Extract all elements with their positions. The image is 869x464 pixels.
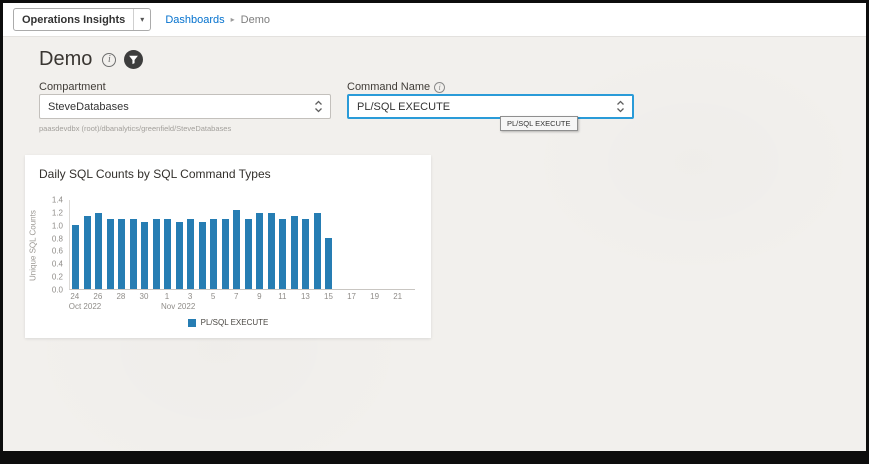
chevron-down-icon: ▾ <box>133 9 150 30</box>
compartment-label: Compartment <box>39 81 106 93</box>
x-axis-month-label: Oct 2022 <box>69 302 101 311</box>
bar[interactable] <box>279 219 286 289</box>
browser-window: Operations Insights ▾ Dashboards ▸ Demo … <box>0 0 869 464</box>
legend-swatch-icon <box>188 319 196 327</box>
compartment-label-text: Compartment <box>39 81 106 93</box>
x-tick-label: 1 <box>165 292 169 301</box>
bar[interactable] <box>153 219 160 289</box>
page-title: Demo <box>39 48 92 71</box>
bar[interactable] <box>325 238 332 289</box>
breadcrumb-current: Demo <box>241 14 270 26</box>
x-axis-ticks: 2426283013579111315171921 <box>69 292 415 302</box>
y-tick-label: 0.0 <box>52 286 63 295</box>
x-tick-label: 15 <box>324 292 333 301</box>
title-row: Demo i <box>39 48 143 71</box>
compartment-path-hint: paasdevdbx (root)/dbanalytics/greenfield… <box>39 124 231 133</box>
y-tick-label: 1.0 <box>52 221 63 230</box>
x-tick-label: 7 <box>234 292 238 301</box>
x-tick-label: 28 <box>116 292 125 301</box>
bar[interactable] <box>268 213 275 289</box>
bar[interactable] <box>199 222 206 289</box>
bar[interactable] <box>107 219 114 289</box>
compartment-selected-value: SteveDatabases <box>48 101 129 113</box>
x-tick-label: 13 <box>301 292 310 301</box>
app-switcher-button[interactable]: Operations Insights ▾ <box>13 8 151 31</box>
x-tick-label: 19 <box>370 292 379 301</box>
bar[interactable] <box>302 219 309 289</box>
x-axis-month-labels: Oct 2022 Nov 2022 <box>69 302 415 312</box>
x-tick-label: 24 <box>70 292 79 301</box>
breadcrumb: Dashboards ▸ Demo <box>165 14 270 26</box>
chart-card: Daily SQL Counts by SQL Command Types Un… <box>25 155 431 338</box>
y-tick-label: 1.2 <box>52 208 63 217</box>
select-tooltip: PL/SQL EXECUTE <box>500 116 578 131</box>
bar[interactable] <box>314 213 321 289</box>
y-tick-label: 0.2 <box>52 273 63 282</box>
y-tick-label: 1.4 <box>52 196 63 205</box>
top-nav-bar: Operations Insights ▾ Dashboards ▸ Demo <box>3 3 866 37</box>
funnel-icon <box>124 50 143 69</box>
bar[interactable] <box>176 222 183 289</box>
select-chevrons-icon <box>314 100 323 113</box>
bar[interactable] <box>222 219 229 289</box>
page-content: Demo i Compartment SteveDatabases paasde… <box>3 38 866 451</box>
bar[interactable] <box>164 219 171 289</box>
x-tick-label: 30 <box>140 292 149 301</box>
x-tick-label: 9 <box>257 292 261 301</box>
x-tick-label: 26 <box>93 292 102 301</box>
bar-chart-plot <box>69 200 415 290</box>
x-tick-label: 3 <box>188 292 192 301</box>
bar[interactable] <box>141 222 148 289</box>
bar[interactable] <box>130 219 137 289</box>
bar[interactable] <box>118 219 125 289</box>
select-chevrons-icon <box>616 100 625 113</box>
bar[interactable] <box>291 216 298 289</box>
x-tick-label: 5 <box>211 292 215 301</box>
y-axis-ticks: 0.00.20.40.60.81.01.21.4 <box>41 200 63 290</box>
y-tick-label: 0.6 <box>52 247 63 256</box>
command-name-label-text: Command Name <box>347 81 430 93</box>
y-axis-label: Unique SQL Counts <box>27 200 39 292</box>
window-bottom-bar <box>3 451 866 461</box>
breadcrumb-link-dashboards[interactable]: Dashboards <box>165 14 224 26</box>
y-tick-label: 0.8 <box>52 234 63 243</box>
info-icon[interactable]: i <box>102 53 116 67</box>
legend-item[interactable]: PL/SQL EXECUTE <box>25 318 431 327</box>
x-axis-month-label: Nov 2022 <box>161 302 195 311</box>
x-tick-label: 17 <box>347 292 356 301</box>
legend-label: PL/SQL EXECUTE <box>201 318 269 327</box>
y-tick-label: 0.4 <box>52 260 63 269</box>
filter-button[interactable] <box>124 50 143 69</box>
command-name-select[interactable]: PL/SQL EXECUTE <box>347 94 634 119</box>
bar[interactable] <box>84 216 91 289</box>
bar[interactable] <box>95 213 102 289</box>
x-tick-label: 11 <box>278 292 286 301</box>
chart-title: Daily SQL Counts by SQL Command Types <box>39 167 271 181</box>
breadcrumb-separator-icon: ▸ <box>231 15 235 24</box>
bar[interactable] <box>256 213 263 289</box>
command-name-info-icon[interactable]: i <box>434 82 445 93</box>
bar[interactable] <box>210 219 217 289</box>
command-name-label: Command Name i <box>347 81 445 93</box>
bar[interactable] <box>187 219 194 289</box>
app-switcher-label: Operations Insights <box>14 14 133 26</box>
bar[interactable] <box>245 219 252 289</box>
command-name-selected-value: PL/SQL EXECUTE <box>357 101 450 113</box>
x-tick-label: 21 <box>393 292 402 301</box>
compartment-select[interactable]: SteveDatabases <box>39 94 331 119</box>
bar[interactable] <box>72 225 79 289</box>
bar[interactable] <box>233 210 240 289</box>
